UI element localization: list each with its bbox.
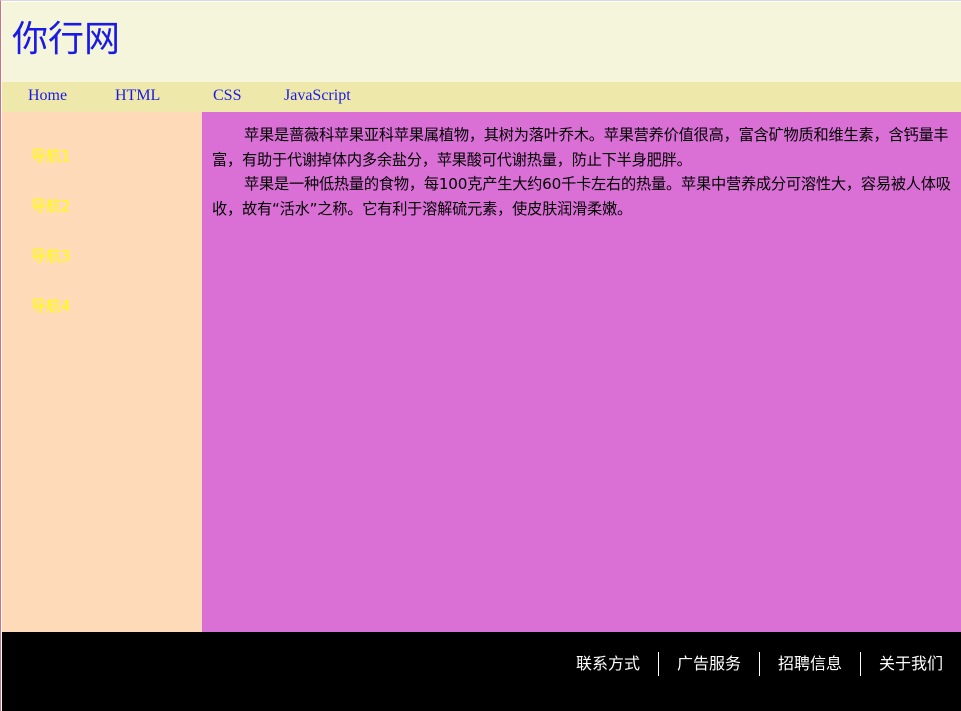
content-paragraph-1: 苹果是蔷薇科苹果亚科苹果属植物，其树为落叶乔木。苹果营养价值很高，富含矿物质和维…	[212, 126, 949, 169]
footer-links: 联系方式 广告服务 招聘信息 关于我们	[558, 652, 961, 676]
sidebar: 导航1 导航2 导航3 导航4	[2, 112, 202, 632]
footer-link-about[interactable]: 关于我们	[861, 652, 961, 676]
footer-link-jobs[interactable]: 招聘信息	[760, 652, 861, 676]
main-content: 苹果是蔷薇科苹果亚科苹果属植物，其树为落叶乔木。苹果营养价值很高，富含矿物质和维…	[202, 112, 961, 632]
site-logo[interactable]: 你行网	[12, 18, 120, 62]
footer-link-advertising[interactable]: 广告服务	[659, 652, 760, 676]
footer-link-contact[interactable]: 联系方式	[558, 652, 659, 676]
nav-html-link[interactable]: HTML	[115, 86, 160, 106]
content-paragraph-2: 苹果是一种低热量的食物，每100克产生大约60千卡左右的热量。苹果中营养成分可溶…	[212, 175, 951, 218]
nav-css-link[interactable]: CSS	[213, 86, 241, 106]
header: 你行网	[2, 2, 961, 82]
sidebar-item-nav3[interactable]: 导航3	[31, 246, 71, 266]
nav-javascript-link[interactable]: JavaScript	[284, 86, 351, 106]
sidebar-item-nav1[interactable]: 导航1	[31, 146, 71, 166]
sidebar-item-nav4[interactable]: 导航4	[31, 296, 71, 316]
nav-home-link[interactable]: Home	[28, 86, 67, 106]
top-nav: Home HTML CSS JavaScript	[2, 82, 961, 112]
sidebar-item-nav2[interactable]: 导航2	[31, 196, 71, 216]
footer: 联系方式 广告服务 招聘信息 关于我们	[2, 632, 961, 711]
page: 你行网 Home HTML CSS JavaScript 导航1 导航2 导航3…	[0, 0, 961, 711]
